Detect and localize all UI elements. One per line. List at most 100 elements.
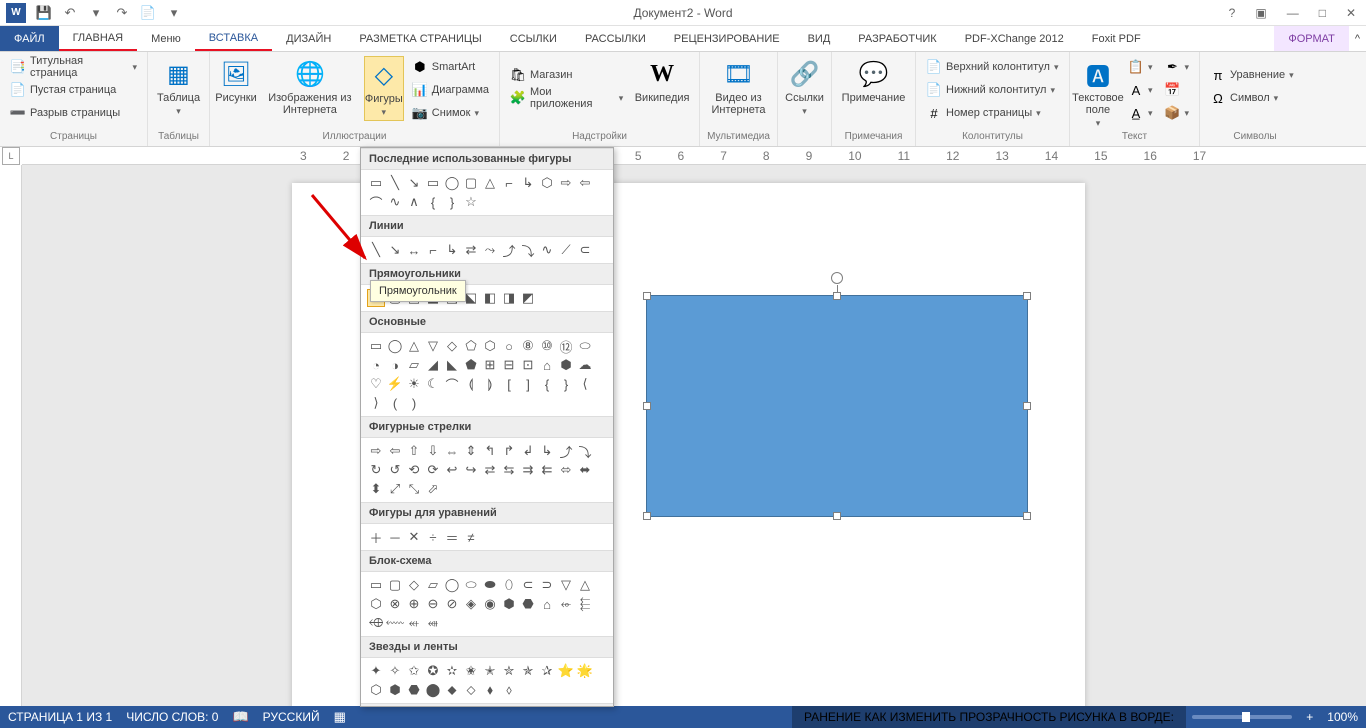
shape-flow-grid-7[interactable]: ⬯ — [500, 576, 518, 594]
table-button[interactable]: ▦Таблица▾ — [154, 56, 203, 119]
shape-basic-grid-6[interactable]: ⬡ — [481, 337, 499, 355]
shape-flow-grid-0[interactable]: ▭ — [367, 576, 385, 594]
shape-hexagon[interactable]: ⬡ — [538, 174, 556, 192]
shape-flow-grid-5[interactable]: ⬭ — [462, 576, 480, 594]
shape-basic-grid-26[interactable]: ☀ — [405, 375, 423, 393]
shape-basic-grid-30[interactable]: ⟭ — [481, 375, 499, 393]
shape-line[interactable]: ╲ — [386, 174, 404, 192]
shape-arrows-grid-23[interactable]: ⬌ — [576, 461, 594, 479]
shape-basic-grid-4[interactable]: ◇ — [443, 337, 461, 355]
shape-basic-grid-14[interactable]: ▱ — [405, 356, 423, 374]
wikipedia-button[interactable]: WВикипедия — [631, 56, 693, 106]
tab-pdfxchange[interactable]: PDF-XChange 2012 — [951, 26, 1078, 51]
resize-handle-nw[interactable] — [643, 292, 651, 300]
zoom-in[interactable]: + — [1306, 710, 1313, 724]
eq-eq[interactable]: ＝ — [443, 528, 461, 546]
shape-basic-grid-35[interactable]: ⟨ — [576, 375, 594, 393]
shape-stars-grid-13[interactable]: ⬢ — [386, 681, 404, 699]
screenshot-button[interactable]: 📷Снимок▾ — [408, 102, 493, 124]
shape-flow-grid-14[interactable]: ⊕ — [405, 595, 423, 613]
minimize-icon[interactable]: — — [1281, 6, 1305, 20]
shape-flow-grid-27[interactable]: ⬵ — [424, 614, 442, 632]
rect-roundd[interactable]: ◨ — [500, 289, 518, 307]
qat-customize[interactable]: ▾ — [162, 1, 186, 25]
shape-stars-grid-8[interactable]: ✯ — [519, 662, 537, 680]
shape-arrows-grid-7[interactable]: ↱ — [500, 442, 518, 460]
shape-roundrect[interactable]: ▢ — [462, 174, 480, 192]
tab-developer[interactable]: РАЗРАБОТЧИК — [844, 26, 950, 51]
shape-elbow[interactable]: ↳ — [519, 174, 537, 192]
store-button[interactable]: 🛍Магазин — [506, 64, 627, 86]
shape-arrows-grid-17[interactable]: ↪ — [462, 461, 480, 479]
my-addins-button[interactable]: 🧩Мои приложения▾ — [506, 87, 627, 109]
status-page[interactable]: СТРАНИЦА 1 ИЗ 1 — [8, 710, 112, 724]
shape-arrows-grid-26[interactable]: ⤡ — [405, 480, 423, 498]
ruler-tab-selector[interactable]: L — [2, 147, 20, 165]
shape-flow-grid-11[interactable]: △ — [576, 576, 594, 594]
shape-arrows-grid-9[interactable]: ↳ — [538, 442, 556, 460]
line-curve2[interactable]: ⤴ — [500, 241, 518, 259]
tab-insert[interactable]: ВСТАВКА — [195, 26, 272, 51]
shape-basic-grid-8[interactable]: ⑧ — [519, 337, 537, 355]
tab-format[interactable]: ФОРМАТ — [1274, 26, 1349, 51]
shape-arrow3[interactable]: ⇦ — [576, 174, 594, 192]
shape-stars-grid-3[interactable]: ✪ — [424, 662, 442, 680]
shape-arrows-grid-14[interactable]: ⟲ — [405, 461, 423, 479]
page-break-button[interactable]: ➖Разрыв страницы — [6, 102, 141, 124]
shape-flow-grid-12[interactable]: ⬡ — [367, 595, 385, 613]
tab-foxit[interactable]: Foxit PDF — [1078, 26, 1155, 51]
shape-star[interactable]: ☆ — [462, 193, 480, 211]
rect-round2[interactable]: ◧ — [481, 289, 499, 307]
qat-save[interactable]: 💾 — [32, 1, 56, 25]
shape-basic-grid-9[interactable]: ⑩ — [538, 337, 556, 355]
line-curve3[interactable]: ⤵ — [519, 241, 537, 259]
shape-basic-grid-19[interactable]: ⊟ — [500, 356, 518, 374]
shape-basic-grid-0[interactable]: ▭ — [367, 337, 385, 355]
shape-stars-grid-9[interactable]: ✰ — [538, 662, 556, 680]
shape-flow-grid-26[interactable]: ⬴ — [405, 614, 423, 632]
cover-page-button[interactable]: 📑Титульная страница▾ — [6, 56, 141, 78]
shape-basic-grid-1[interactable]: ◯ — [386, 337, 404, 355]
shape-basic-grid-25[interactable]: ⚡ — [386, 375, 404, 393]
drop-cap-icon[interactable]: A̲▾ — [1124, 102, 1157, 124]
shape-arrows-grid-22[interactable]: ⬄ — [557, 461, 575, 479]
header-button[interactable]: 📄Верхний колонтитул▾ — [922, 56, 1062, 78]
shape-stars-grid-0[interactable]: ✦ — [367, 662, 385, 680]
eq-minus[interactable]: － — [386, 528, 404, 546]
line-elbow1[interactable]: ⌐ — [424, 241, 442, 259]
textbox-button[interactable]: 🅰Текстовое поле▾ — [1076, 56, 1120, 131]
line-freeform2[interactable]: ⊂ — [576, 241, 594, 259]
shape-basic-grid-22[interactable]: ⬢ — [557, 356, 575, 374]
shape-basic-grid-2[interactable]: △ — [405, 337, 423, 355]
document-area[interactable] — [22, 165, 1366, 706]
shape-arrows-grid-15[interactable]: ⟳ — [424, 461, 442, 479]
shape-arrows-grid-10[interactable]: ⤴ — [557, 442, 575, 460]
shape-flow-grid-6[interactable]: ⬬ — [481, 576, 499, 594]
shape-flow-grid-23[interactable]: ⬱ — [576, 595, 594, 613]
shape-basic-grid-23[interactable]: ☁ — [576, 356, 594, 374]
close-icon[interactable]: ✕ — [1340, 6, 1362, 20]
shape-stars-grid-17[interactable]: ⬦ — [462, 681, 480, 699]
resize-handle-s[interactable] — [833, 512, 841, 520]
shape-basic-grid-27[interactable]: ☾ — [424, 375, 442, 393]
shape-flow-grid-9[interactable]: ⊃ — [538, 576, 556, 594]
shape-basic-grid-20[interactable]: ⊡ — [519, 356, 537, 374]
shape-basic-grid-21[interactable]: ⌂ — [538, 356, 556, 374]
tab-mailings[interactable]: РАССЫЛКИ — [571, 26, 660, 51]
pictures-button[interactable]: 🖼Рисунки — [216, 56, 256, 106]
shape-basic-grid-17[interactable]: ⬟ — [462, 356, 480, 374]
comment-button[interactable]: 💬Примечание — [838, 56, 909, 106]
tab-review[interactable]: РЕЦЕНЗИРОВАНИЕ — [660, 26, 794, 51]
shape-flow-grid-24[interactable]: ⬲ — [367, 614, 385, 632]
shape-arrows-grid-27[interactable]: ⬀ — [424, 480, 442, 498]
zoom-slider[interactable] — [1192, 715, 1292, 719]
rect-snipround[interactable]: ◩ — [519, 289, 537, 307]
eq-plus[interactable]: ＋ — [367, 528, 385, 546]
shape-oval[interactable]: ◯ — [443, 174, 461, 192]
shape-arrows-grid-12[interactable]: ↻ — [367, 461, 385, 479]
shape-arrow2[interactable]: ⇨ — [557, 174, 575, 192]
tab-menu[interactable]: Меню — [137, 26, 195, 51]
line-arrow[interactable]: ↘ — [386, 241, 404, 259]
ruler-vertical[interactable] — [0, 165, 22, 706]
equation-button[interactable]: πУравнение▾ — [1206, 64, 1298, 86]
